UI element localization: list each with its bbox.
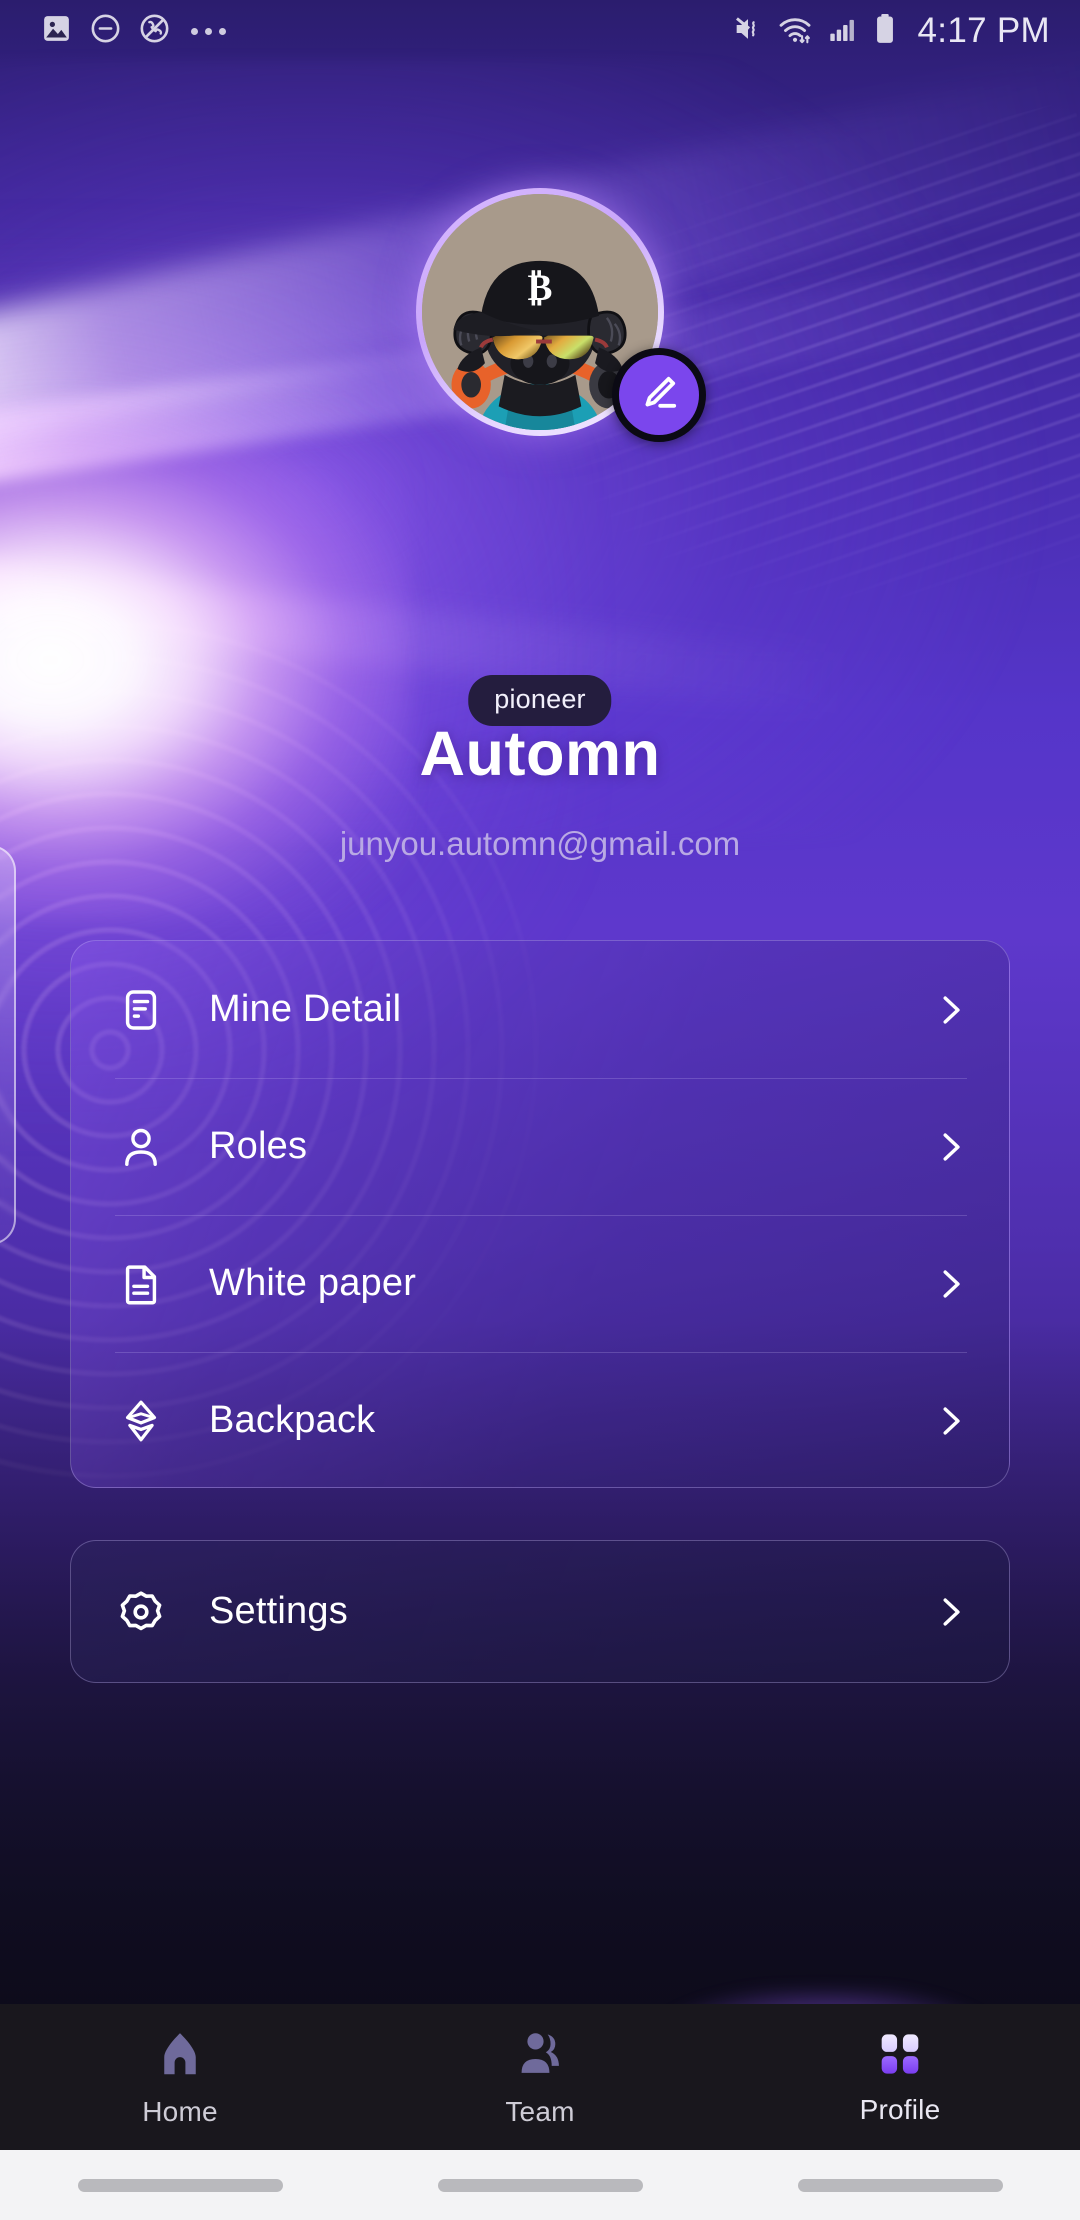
- menu-item-settings[interactable]: Settings: [71, 1541, 1009, 1682]
- status-bar-right: 4:17 PM: [731, 11, 1050, 51]
- chevron-right-icon: [931, 991, 969, 1029]
- document-icon: [115, 1261, 167, 1307]
- menu-item-label: Roles: [209, 1125, 308, 1167]
- team-icon: [513, 2027, 567, 2086]
- offscreen-card-edge: [0, 845, 16, 1245]
- edit-avatar-button[interactable]: [612, 348, 706, 442]
- status-bar-clock: 4:17 PM: [917, 11, 1050, 50]
- bottom-navigation-bar: Home Team Profile: [0, 2004, 1080, 2150]
- svg-text:₿: ₿: [528, 268, 553, 309]
- menu-item-mine-detail[interactable]: Mine Detail: [71, 941, 1009, 1078]
- menu-item-white-paper[interactable]: White paper: [71, 1215, 1009, 1352]
- overflow-dots-icon: [191, 27, 226, 35]
- menu-item-backpack[interactable]: Backpack: [71, 1352, 1009, 1487]
- chevron-right-icon: [931, 1265, 969, 1303]
- grid-icon: [875, 2029, 925, 2084]
- nav-tab-home[interactable]: Home: [0, 2004, 360, 2150]
- no-call-icon: [138, 12, 171, 50]
- menu-item-roles[interactable]: Roles: [71, 1078, 1009, 1215]
- menu-item-label: Backpack: [209, 1399, 376, 1441]
- system-gesture-bar: [0, 2150, 1080, 2220]
- person-icon: [115, 1124, 167, 1170]
- chevron-right-icon: [931, 1128, 969, 1166]
- nav-tab-label: Team: [505, 2095, 575, 2127]
- user-email: junyou.automn@gmail.com: [339, 825, 741, 862]
- menu-item-label: White paper: [209, 1262, 417, 1304]
- battery-icon: [872, 12, 898, 51]
- cellular-signal-icon: [827, 13, 859, 50]
- menu-item-label: Settings: [209, 1590, 348, 1632]
- gear-icon: [115, 1588, 167, 1636]
- nav-tab-profile[interactable]: Profile: [720, 2004, 1080, 2150]
- wifi-icon: [778, 12, 814, 51]
- do-not-disturb-icon: [89, 12, 122, 50]
- status-bar-left: [40, 12, 226, 50]
- app-screen: 4:17 PM ₿ pioneer Automn junyou.automn@g…: [0, 0, 1080, 2220]
- avatar-container[interactable]: ₿: [416, 188, 706, 442]
- gesture-handle-right[interactable]: [797, 2178, 1003, 2192]
- primary-menu-card: Mine Detail Roles White paper Backpack: [70, 940, 1010, 1488]
- menu-item-label: Mine Detail: [209, 988, 402, 1030]
- mine-detail-icon: [115, 987, 167, 1033]
- image-icon: [40, 12, 73, 50]
- nav-tab-label: Home: [142, 2095, 218, 2127]
- settings-card: Settings: [70, 1540, 1010, 1683]
- pencil-icon: [635, 369, 683, 422]
- status-bar: 4:17 PM: [0, 0, 1080, 62]
- page-title: Automn: [419, 719, 661, 789]
- nav-tab-label: Profile: [859, 2093, 941, 2125]
- nav-tab-team[interactable]: Team: [360, 2004, 720, 2150]
- backpack-diamond-icon: [115, 1398, 167, 1444]
- chevron-right-icon: [931, 1402, 969, 1440]
- gesture-handle-left[interactable]: [77, 2178, 283, 2192]
- vibrate-mute-icon: [731, 12, 765, 51]
- chevron-right-icon: [931, 1593, 969, 1631]
- home-icon: [153, 2027, 207, 2086]
- gesture-handle-center[interactable]: [437, 2178, 643, 2192]
